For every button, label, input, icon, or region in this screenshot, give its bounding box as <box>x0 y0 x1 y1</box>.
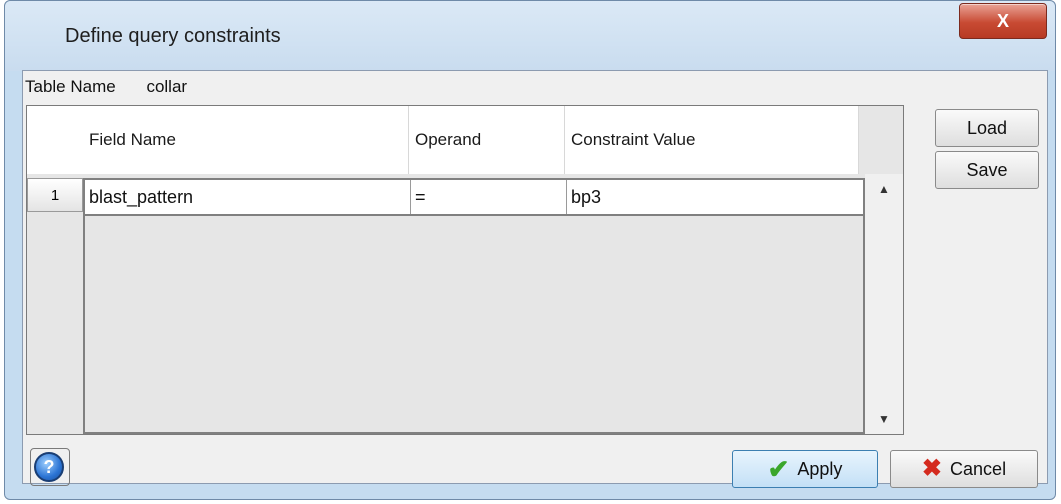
cancel-button[interactable]: ✖ Cancel <box>890 450 1038 488</box>
checkmark-icon: ✔ <box>767 454 790 484</box>
grid-body <box>83 178 865 434</box>
vertical-scrollbar[interactable]: ▲ ▼ <box>865 174 903 434</box>
field-name-cell[interactable]: blast_pattern <box>85 180 411 214</box>
title-bar: Define query constraints X <box>5 1 1055 71</box>
constraints-grid: Field Name Operand Constraint Value 1 bl… <box>26 105 904 435</box>
close-button[interactable]: X <box>959 3 1047 39</box>
cancel-x-icon: ✖ <box>921 455 943 482</box>
apply-button[interactable]: ✔ Apply <box>732 450 878 488</box>
operand-cell[interactable]: = <box>411 180 567 214</box>
apply-label: Apply <box>797 458 843 479</box>
table-row: blast_pattern = bp3 <box>83 178 865 216</box>
table-name-value: collar <box>146 77 188 96</box>
help-icon[interactable]: ? <box>34 452 64 482</box>
scroll-down-icon[interactable]: ▼ <box>865 404 903 434</box>
save-button[interactable]: Save <box>935 151 1039 189</box>
cancel-label: Cancel <box>950 458 1007 479</box>
column-header-operand[interactable]: Operand <box>409 106 565 174</box>
scroll-up-icon[interactable]: ▲ <box>865 174 903 204</box>
table-name-row: Table Name collar <box>25 77 187 97</box>
table-name-label: Table Name <box>25 77 116 96</box>
dialog-content: Table Name collar Field Name Operand Con… <box>22 70 1048 484</box>
row-number-header[interactable]: 1 <box>27 178 83 212</box>
constraint-value-cell[interactable]: bp3 <box>567 180 863 214</box>
footer-bar: ? ✔ Apply ✖ Cancel <box>22 448 1048 492</box>
load-button[interactable]: Load <box>935 109 1039 147</box>
close-icon: X <box>996 10 1009 31</box>
grid-corner <box>27 106 83 174</box>
column-header-constraint-value[interactable]: Constraint Value <box>565 106 859 174</box>
column-header-field-name[interactable]: Field Name <box>83 106 409 174</box>
window-title: Define query constraints <box>65 25 281 47</box>
